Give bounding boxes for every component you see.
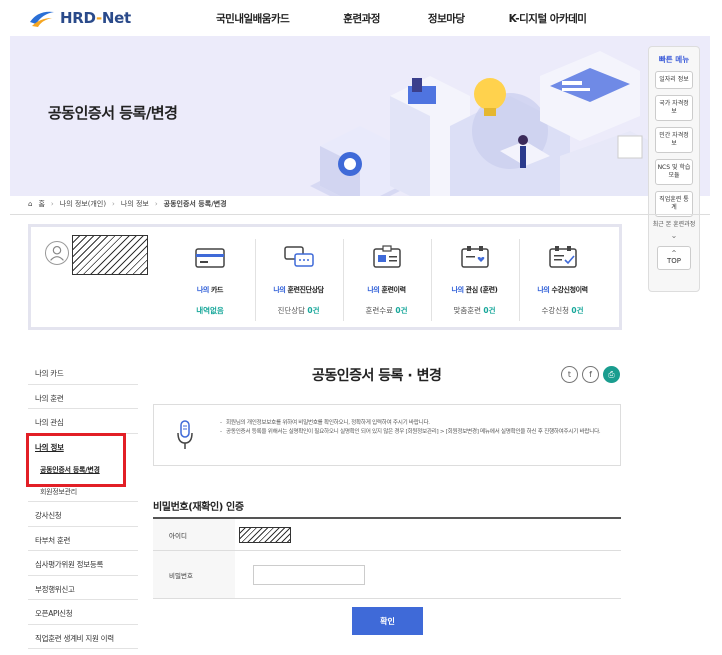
quick-menu-title: 빠른 메뉴 — [658, 55, 690, 64]
masked-user-name — [72, 235, 148, 275]
side-item-living-cost[interactable]: 직업훈련 생계비 지원 이력 — [28, 625, 138, 649]
notice-line: 회원님의 개인정보보호를 위하여 비밀번호를 확인하오니, 정확하게 입력하여 … — [220, 419, 614, 428]
logo-text: HRD-Net — [60, 9, 131, 27]
breadcrumb: ⌂ 홈 › 나의 정보(개인) › 나의 정보 › 공동인증서 등록/변경 — [28, 199, 233, 209]
hero-title: 공동인증서 등록/변경 — [48, 104, 178, 122]
heart-card-icon — [460, 246, 489, 268]
nav-item-course[interactable]: 훈련과정 — [343, 11, 380, 26]
form-row-password: 비밀번호 — [153, 551, 621, 599]
side-item-instructor[interactable]: 강사신청 — [28, 502, 138, 527]
summary-item-enroll[interactable]: 나의 수강신청이력 수강신청 0건 — [519, 239, 605, 321]
checklist-icon — [548, 246, 577, 268]
quick-jobs-button[interactable]: 일자리 정보 — [655, 71, 693, 89]
logo-mark-icon — [30, 11, 54, 27]
top-header: HRD-Net 국민내일배움카드 훈련과정 정보마당 K-디지털 아카데미 — [0, 0, 722, 36]
chat-bubbles-icon — [283, 246, 314, 267]
side-item-open-api[interactable]: 오픈API신청 — [28, 600, 138, 625]
notice-box: 회원님의 개인정보보호를 위하여 비밀번호를 확인하오니, 정확하게 입력하여 … — [153, 404, 621, 466]
side-item-my-training[interactable]: 나의 훈련 — [28, 385, 138, 409]
form-row-id: 아이디 — [153, 519, 621, 551]
breadcrumb-separator: › — [112, 200, 115, 208]
password-label: 비밀번호 — [153, 551, 235, 598]
breadcrumb-separator: › — [50, 200, 54, 208]
side-item-my-interest[interactable]: 나의 관심 — [28, 409, 138, 434]
nav-item-kdigital[interactable]: K-디지털 아카데미 — [509, 11, 587, 26]
auth-form: 아이디 비밀번호 — [153, 517, 621, 599]
breadcrumb-home[interactable]: 홈 — [38, 199, 44, 209]
summary-item-card[interactable]: 나의 카드 내역없음 — [167, 239, 253, 321]
breadcrumb-separator: › — [154, 200, 158, 208]
confirm-button[interactable]: 확인 — [352, 607, 423, 635]
scroll-top-button[interactable]: ^ TOP — [657, 246, 691, 270]
twitter-icon[interactable]: t — [561, 366, 578, 383]
side-item-evaluator[interactable]: 심사평가위원 정보등록 — [28, 551, 138, 576]
hero-illustration — [310, 51, 670, 196]
quick-menu: 빠른 메뉴 일자리 정보 국가 자격정보 민간 자격정보 NCS 및 학습모듈 … — [648, 46, 700, 292]
side-item-my-info[interactable]: 나의 정보 — [28, 434, 138, 459]
side-sub-member-manage[interactable]: 회원정보관리 — [28, 480, 138, 502]
summary-item-consult[interactable]: 나의 훈련진단상담 진단상담 0건 — [255, 239, 341, 321]
summary-card-value: 내역없음 — [196, 306, 224, 315]
side-sub-cert-register[interactable]: 공동인증서 등록/변경 — [28, 458, 138, 480]
breadcrumb-divider — [10, 214, 710, 215]
breadcrumb-my-info[interactable]: 나의 정보 — [121, 199, 149, 209]
summary-item-history[interactable]: 나의 훈련이력 훈련수료 0건 — [343, 239, 429, 321]
side-item-other-ministry[interactable]: 타부처 훈련 — [28, 527, 138, 551]
microphone-icon — [177, 420, 193, 449]
notice-line: 공동인증서 등록을 위해서는 실명확인이 필요하오니 실명확인 되어 있지 않은… — [220, 428, 614, 437]
quick-national-cert-button[interactable]: 국가 자격정보 — [655, 95, 693, 121]
hrd-net-logo[interactable]: HRD-Net — [28, 8, 131, 28]
quick-private-cert-button[interactable]: 민간 자격정보 — [655, 127, 693, 153]
side-menu: 나의 카드 나의 훈련 나의 관심 나의 정보 공동인증서 등록/변경 회원정보… — [28, 360, 138, 649]
global-nav: 국민내일배움카드 훈련과정 정보마당 K-디지털 아카데미 — [216, 11, 634, 26]
breadcrumb-my-info-personal[interactable]: 나의 정보(개인) — [60, 199, 106, 209]
password-input[interactable] — [253, 564, 365, 585]
breadcrumb-current: 공동인증서 등록/변경 — [163, 200, 227, 208]
summary-history-value: 훈련수료 0건 — [365, 306, 408, 315]
summary-consult-value: 진단상담 0건 — [277, 306, 320, 315]
nav-item-info[interactable]: 정보마당 — [428, 11, 465, 26]
print-icon[interactable]: ⎙ — [603, 366, 620, 383]
id-card-icon — [372, 245, 401, 268]
user-avatar-icon — [45, 241, 69, 265]
hero-banner: 공동인증서 등록/변경 — [10, 36, 710, 196]
side-item-fraud-report[interactable]: 부정행위신고 — [28, 576, 138, 600]
quick-recent-label: 최근 본 훈련과정 — [652, 221, 696, 228]
id-label: 아이디 — [153, 519, 235, 550]
card-icon — [195, 248, 225, 268]
side-item-my-card[interactable]: 나의 카드 — [28, 360, 138, 385]
summary-interest-value: 맞춤훈련 0건 — [453, 306, 496, 315]
my-summary-box: 나의 카드 내역없음 나의 훈련진단상담 진단상담 0건 나의 훈련이력 훈련수… — [28, 224, 622, 330]
facebook-icon[interactable]: f — [582, 366, 599, 383]
content-title: 공동인증서 등록 · 변경 — [312, 368, 442, 384]
share-buttons: t f ⎙ — [561, 366, 620, 383]
summary-item-interest[interactable]: 나의 관심 (훈련) 맞춤훈련 0건 — [431, 239, 517, 321]
masked-user-id — [239, 526, 291, 543]
home-icon[interactable]: ⌂ — [28, 200, 32, 208]
quick-ncs-button[interactable]: NCS 및 학습모듈 — [655, 159, 693, 185]
auth-section-title: 비밀번호(재확인) 인증 — [153, 502, 244, 513]
chevron-down-icon[interactable]: ⌄ — [649, 231, 699, 240]
summary-enroll-value: 수강신청 0건 — [541, 306, 584, 315]
nav-item-card[interactable]: 국민내일배움카드 — [216, 11, 290, 26]
